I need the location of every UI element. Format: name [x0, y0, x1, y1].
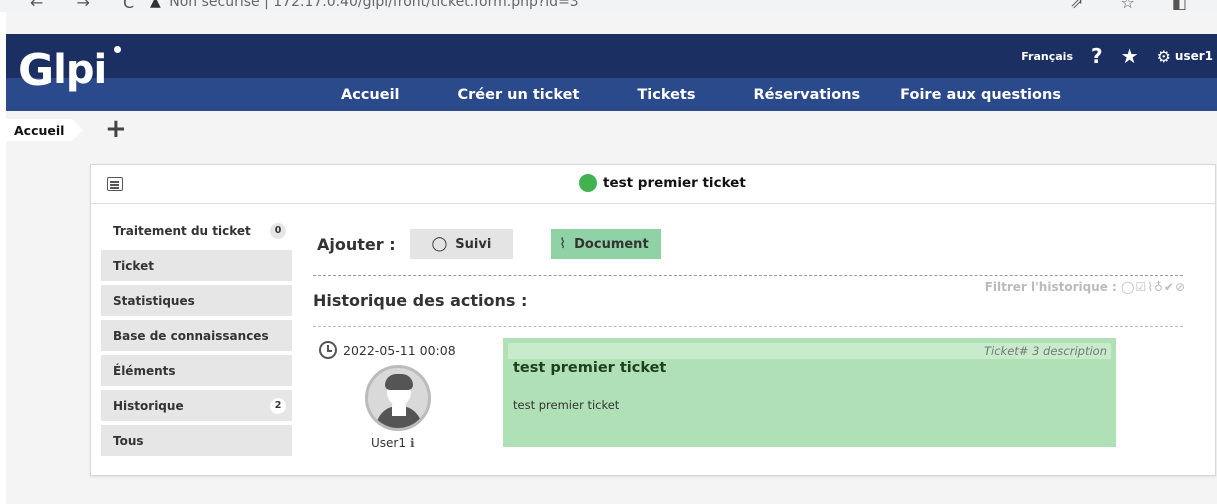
- security-label: Non sécurisé: [169, 0, 260, 10]
- tab-label: Ticket: [113, 258, 154, 273]
- description-meta: Ticket# 3 description: [508, 343, 1111, 359]
- entry-date-text: 2022-05-11 00:08: [343, 342, 456, 358]
- ticket-title-text: test premier ticket: [603, 175, 746, 191]
- tab-traitement[interactable]: Traitement du ticket 0: [101, 215, 292, 246]
- ticket-description: Ticket# 3 description test premier ticke…: [503, 338, 1116, 447]
- filter-icons[interactable]: ◯☑⌇♁✔⊘: [1121, 280, 1186, 294]
- add-label: Ajouter :: [317, 234, 396, 254]
- menu-item-tickets[interactable]: Tickets: [637, 87, 695, 103]
- menu-item-accueil[interactable]: Accueil: [341, 87, 400, 103]
- tab-historique[interactable]: Historique 2: [101, 390, 292, 421]
- info-icon[interactable]: ℹ: [410, 436, 415, 450]
- tab-label: Statistiques: [113, 293, 195, 308]
- comment-icon: ◯: [431, 236, 448, 252]
- tab-base-connaissances[interactable]: Base de connaissances: [101, 320, 292, 351]
- tab-count-badge: 2: [270, 397, 286, 414]
- star-icon[interactable]: ★: [1121, 44, 1139, 68]
- top-tools: Français ? ★ ⚙ user1: [1021, 34, 1217, 78]
- menu-item-creer-ticket[interactable]: Créer un ticket: [458, 87, 580, 103]
- menu-item-faq[interactable]: Foire aux questions: [900, 87, 1061, 103]
- add-followup-button[interactable]: ◯ Suivi: [409, 229, 514, 259]
- ticket-title: test premier ticket: [579, 174, 746, 192]
- menu-item-reservations[interactable]: Réservations: [754, 87, 861, 103]
- divider: [313, 275, 1183, 276]
- gear-icon: ⚙: [1156, 46, 1171, 66]
- history-title: Historique des actions :: [313, 291, 528, 310]
- description-body: test premier ticket: [513, 398, 620, 412]
- followup-label: Suivi: [455, 236, 492, 252]
- help-icon[interactable]: ?: [1091, 44, 1103, 68]
- logo-g: G: [18, 44, 54, 96]
- tab-label: Traitement du ticket: [113, 223, 251, 238]
- language-selector[interactable]: Français: [1021, 50, 1073, 63]
- document-label: Document: [574, 236, 649, 252]
- glpi-app: Glpi Français ? ★ ⚙ user1 Accueil Créer …: [6, 12, 1217, 504]
- clock-icon: [319, 341, 337, 359]
- paperclip-icon: ⌇: [559, 236, 567, 252]
- entry-date: 2022-05-11 00:08: [319, 341, 489, 359]
- entry-author: User1 ℹ: [371, 436, 415, 450]
- user-menu[interactable]: ⚙ user1: [1157, 47, 1213, 66]
- add-icon[interactable]: +: [105, 116, 127, 142]
- breadcrumb-home[interactable]: Accueil: [6, 119, 84, 141]
- add-document-button[interactable]: ⌇ Document: [551, 229, 661, 259]
- glpi-logo[interactable]: Glpi: [18, 40, 121, 100]
- ticket-card: test premier ticket Traitement du ticket…: [90, 164, 1216, 476]
- logo-text: lpi: [53, 47, 107, 93]
- browser-nav-icons[interactable]: ← → C: [30, 0, 148, 12]
- divider: [313, 326, 1183, 327]
- description-title: test premier ticket: [513, 360, 667, 376]
- add-actions: Ajouter : ◯ Suivi ⌇ Document: [317, 229, 661, 259]
- security-warning-icon: ▲: [150, 0, 161, 10]
- tab-elements[interactable]: Éléments: [101, 355, 292, 386]
- tab-label: Éléments: [113, 363, 176, 378]
- tab-statistiques[interactable]: Statistiques: [101, 285, 292, 316]
- tab-ticket[interactable]: Ticket: [101, 250, 292, 281]
- list-icon[interactable]: [107, 177, 123, 191]
- avatar: [365, 365, 431, 431]
- logo-dot: [114, 46, 121, 53]
- ticket-tabs: Traitement du ticket 0 Ticket Statistiqu…: [101, 215, 292, 460]
- history-entry-meta: 2022-05-11 00:08 User1 ℹ: [319, 341, 489, 450]
- history-filter[interactable]: Filtrer l'historique : ◯☑⌇♁✔⊘: [926, 280, 1186, 294]
- browser-chrome: ← → C ▲ Non sécurisé | 172.17.0.40/glpi/…: [0, 0, 1217, 12]
- main-menu: Accueil Créer un ticket Tickets Réservat…: [341, 78, 1119, 111]
- tab-label: Base de connaissances: [113, 328, 269, 343]
- tab-label: Historique: [113, 398, 184, 413]
- browser-toolbar-icons[interactable]: ⇗ ☆ ◧: [1070, 0, 1203, 12]
- tab-count-badge: 0: [270, 222, 286, 239]
- tab-label: Tous: [113, 433, 144, 448]
- browser-address-bar[interactable]: ▲ Non sécurisé | 172.17.0.40/glpi/front/…: [150, 0, 579, 10]
- author-name: User1: [371, 436, 406, 450]
- filter-label: Filtrer l'historique :: [984, 280, 1117, 294]
- breadcrumb: Accueil +: [6, 111, 1217, 148]
- tab-tous[interactable]: Tous: [101, 425, 292, 456]
- status-dot-icon: [579, 174, 597, 192]
- user-name: user1: [1174, 49, 1213, 63]
- url-text: 172.17.0.40/glpi/front/ticket.form.php?i…: [273, 0, 579, 10]
- card-header: test premier ticket: [91, 165, 1215, 204]
